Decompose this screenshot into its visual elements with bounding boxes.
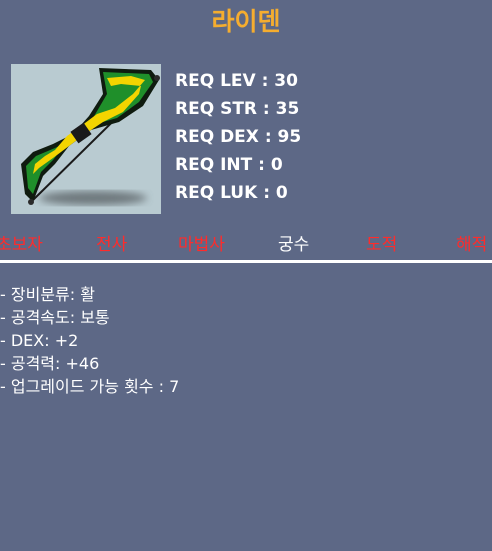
req-dex: REQ DEX : 95 bbox=[175, 127, 302, 147]
item-properties: - 장비분류: 활 - 공격속도: 보통 - DEX: +2 - 공격력: +4… bbox=[0, 283, 179, 398]
job-magician: 마법사 bbox=[178, 235, 225, 255]
item-name: 라이덴 bbox=[211, 7, 281, 36]
bow-icon bbox=[21, 68, 160, 205]
prop-attack: - 공격력: +46 bbox=[0, 354, 100, 373]
divider bbox=[0, 260, 492, 263]
job-bowman: 궁수 bbox=[278, 235, 310, 255]
item-icon-frame bbox=[11, 64, 161, 214]
job-beginner: 초보자 bbox=[0, 235, 43, 255]
req-level: REQ LEV : 30 bbox=[175, 71, 298, 91]
job-restrictions: 초보자 전사 마법사 궁수 도적 해적 bbox=[0, 230, 492, 255]
prop-upgrade-slots: - 업그레이드 가능 횟수 : 7 bbox=[0, 377, 180, 396]
job-warrior: 전사 bbox=[96, 235, 128, 255]
requirements-list: REQ LEV : 30 REQ STR : 35 REQ DEX : 95 R… bbox=[175, 67, 301, 207]
req-str: REQ STR : 35 bbox=[175, 99, 300, 119]
job-pirate: 해적 bbox=[456, 235, 488, 255]
prop-category: - 장비분류: 활 bbox=[0, 285, 95, 304]
req-int: REQ INT : 0 bbox=[175, 155, 283, 175]
job-thief: 도적 bbox=[366, 235, 398, 255]
prop-dex: - DEX: +2 bbox=[0, 331, 79, 350]
req-luk: REQ LUK : 0 bbox=[175, 183, 288, 203]
prop-attack-speed: - 공격속도: 보통 bbox=[0, 308, 110, 327]
